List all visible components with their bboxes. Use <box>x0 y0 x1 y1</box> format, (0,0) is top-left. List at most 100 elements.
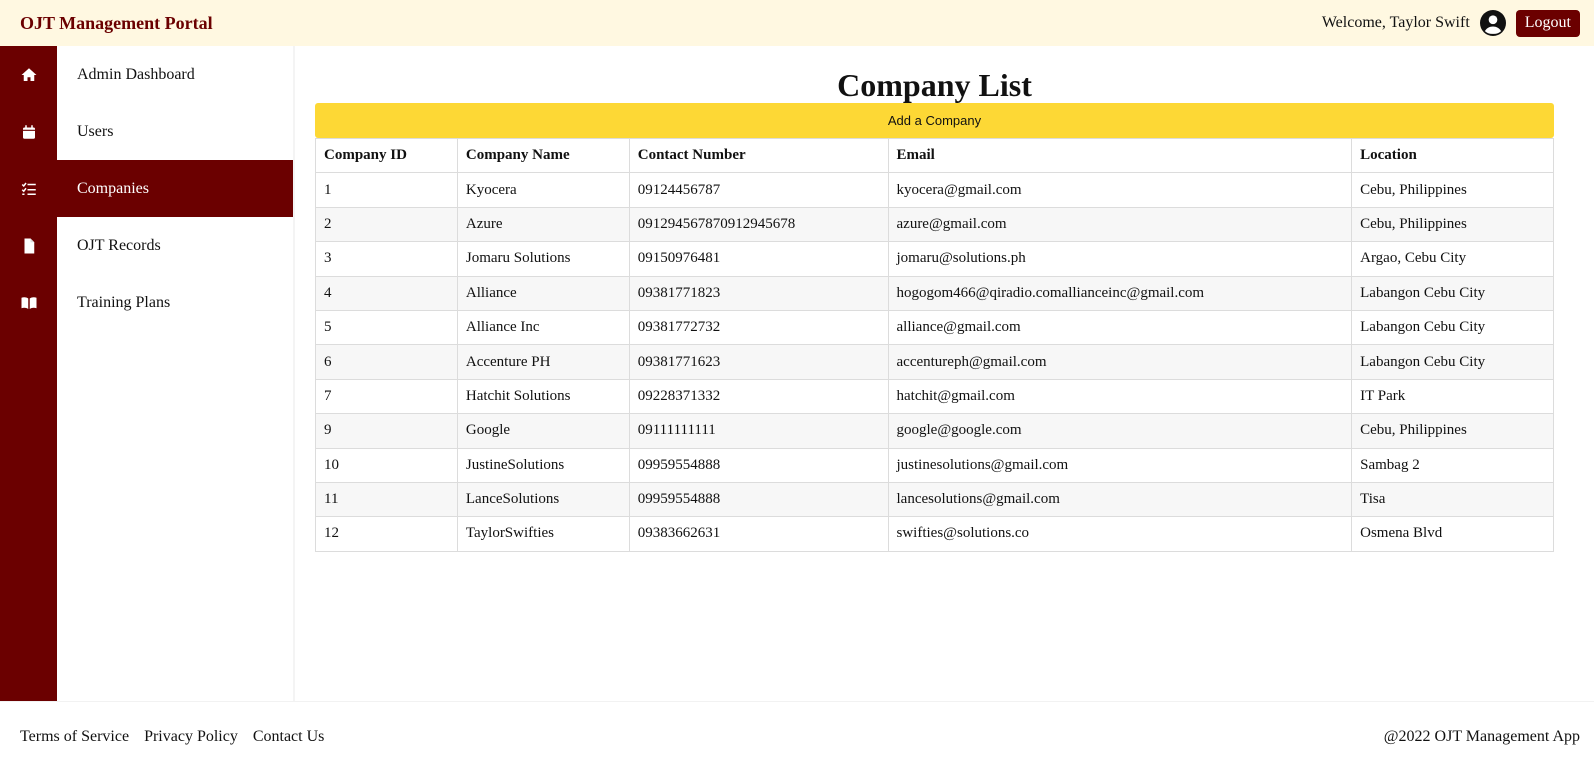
table-cell: 2 <box>315 206 458 243</box>
welcome-text: Welcome, Taylor Swift <box>1321 14 1470 31</box>
sidebar-item-ojt-records[interactable]: OJT Records <box>57 217 293 274</box>
table-cell: 6 <box>315 344 458 380</box>
table-cell: jomaru@solutions.ph <box>887 241 1353 277</box>
rail-home[interactable] <box>0 46 57 103</box>
table-cell: 09111111111 <box>628 413 889 449</box>
column-header: Company ID <box>315 137 458 174</box>
table-cell: Labangon Cebu City <box>1351 309 1554 346</box>
sidebar-item-companies[interactable]: Companies <box>57 160 293 217</box>
column-header: Email <box>887 137 1353 174</box>
table-cell: IT Park <box>1351 378 1554 415</box>
table-cell: 12 <box>315 516 458 552</box>
footer: Terms of Service Privacy Policy Contact … <box>0 701 1594 771</box>
table-cell: Accenture PH <box>456 344 630 380</box>
table-cell: Cebu, Philippines <box>1351 413 1554 449</box>
icon-rail <box>0 46 57 701</box>
table-header-row: Company ID Company Name Contact Number E… <box>315 137 1554 174</box>
table-cell: Argao, Cebu City <box>1351 241 1554 277</box>
privacy-policy-link[interactable]: Privacy Policy <box>144 728 238 746</box>
column-header: Location <box>1351 137 1554 174</box>
table-cell: Tisa <box>1351 481 1554 518</box>
table-row[interactable]: 4 Alliance 09381771823 hogogom466@qiradio.c… <box>315 275 1554 311</box>
table-cell: TaylorSwifties <box>456 516 630 552</box>
table-cell: 09959554888 <box>628 447 889 483</box>
table-cell: 09124456787 <box>628 172 889 208</box>
brand-title[interactable]: OJT Management Portal <box>20 13 213 34</box>
table-cell: Cebu, Philippines <box>1351 172 1554 208</box>
table-cell: 11 <box>315 481 458 518</box>
column-header: Company Name <box>456 137 630 174</box>
user-avatar-icon[interactable] <box>1479 10 1506 36</box>
home-icon <box>21 67 36 81</box>
table-row[interactable]: 11 LanceSolutions 09959554888 lancesolution… <box>315 481 1554 518</box>
table-cell: accentureph@gmail.com <box>887 344 1353 380</box>
table-cell: swifties@solutions.co <box>887 516 1353 552</box>
table-cell: 09381772732 <box>628 309 889 346</box>
sidebar: Admin Dashboard Users Companies OJT Reco… <box>57 46 295 701</box>
terms-of-service-link[interactable]: Terms of Service <box>20 728 129 746</box>
table-cell: google@google.com <box>887 413 1353 449</box>
table-cell: kyocera@gmail.com <box>887 172 1353 208</box>
company-table: Company ID Company Name Contact Number E… <box>315 137 1554 552</box>
add-company-button[interactable]: Add a Company <box>315 103 1554 138</box>
table-cell: Cebu, Philippines <box>1351 206 1554 243</box>
table-cell: Osmena Blvd <box>1351 516 1554 552</box>
rail-document[interactable] <box>0 217 57 274</box>
table-cell: 1 <box>315 172 458 208</box>
table-cell: 3 <box>315 241 458 277</box>
rail-calendar[interactable] <box>0 103 57 160</box>
table-row[interactable]: 12 TaylorSwifties 09383662631 swifties@solu… <box>315 516 1554 552</box>
table-row[interactable]: 1 Kyocera 09124456787 kyocera@gmail.com Cebu… <box>315 172 1554 208</box>
table-cell: 5 <box>315 309 458 346</box>
table-cell: Sambag 2 <box>1351 447 1554 483</box>
table-cell: 09228371332 <box>628 378 889 415</box>
footer-links: Terms of Service Privacy Policy Contact … <box>20 728 324 746</box>
table-cell: Labangon Cebu City <box>1351 344 1554 380</box>
table-cell: justinesolutions@gmail.com <box>887 447 1353 483</box>
header-user-area: Welcome, Taylor Swift Logout <box>1321 9 1580 37</box>
table-row[interactable]: 7 Hatchit Solutions 09228371332 hatchit@gma… <box>315 378 1554 415</box>
sidebar-item-admin-dashboard[interactable]: Admin Dashboard <box>57 46 293 103</box>
document-icon <box>24 238 34 253</box>
contact-us-link[interactable]: Contact Us <box>253 728 325 746</box>
table-row[interactable]: 5 Alliance Inc 09381772732 alliance@gmail.c… <box>315 309 1554 346</box>
table-cell: Google <box>456 413 630 449</box>
table-cell: JustineSolutions <box>456 447 630 483</box>
table-cell: Azure <box>456 206 630 243</box>
table-row[interactable]: 6 Accenture PH 09381771623 accentureph@gmai… <box>315 344 1554 380</box>
table-cell: Alliance Inc <box>456 309 630 346</box>
checklist-icon <box>21 182 36 195</box>
table-cell: 091294567870912945678 <box>628 206 889 243</box>
table-row[interactable]: 9 Google 09111111111 google@google.com Cebu,… <box>315 413 1554 449</box>
table-row[interactable]: 3 Jomaru Solutions 09150976481 jomaru@solut… <box>315 241 1554 277</box>
table-cell: Hatchit Solutions <box>456 378 630 415</box>
table-body: 1 Kyocera 09124456787 kyocera@gmail.com Cebu… <box>315 172 1554 552</box>
table-cell: hogogom466@qiradio.comallianceinc@gmail.… <box>887 275 1353 311</box>
column-header: Contact Number <box>628 137 889 174</box>
book-icon <box>21 296 36 309</box>
table-cell: 10 <box>315 447 458 483</box>
table-cell: Jomaru Solutions <box>456 241 630 277</box>
main-content: Company List Add a Company Company ID Co… <box>315 46 1554 552</box>
logout-button[interactable]: Logout <box>1515 9 1580 37</box>
table-cell: 9 <box>315 413 458 449</box>
table-row[interactable]: 2 Azure 091294567870912945678 azure@gmail.c… <box>315 206 1554 243</box>
table-cell: lancesolutions@gmail.com <box>887 481 1353 518</box>
calendar-icon <box>22 124 35 139</box>
table-cell: 09381771823 <box>628 275 889 311</box>
table-cell: 09383662631 <box>628 516 889 552</box>
table-cell: Alliance <box>456 275 630 311</box>
sidebar-item-users[interactable]: Users <box>57 103 293 160</box>
table-row[interactable]: 10 JustineSolutions 09959554888 justinesolu… <box>315 447 1554 483</box>
table-cell: azure@gmail.com <box>887 206 1353 243</box>
sidebar-item-training-plans[interactable]: Training Plans <box>57 274 293 331</box>
rail-book[interactable] <box>0 274 57 331</box>
rail-checklist[interactable] <box>0 160 57 217</box>
table-cell: Labangon Cebu City <box>1351 275 1554 311</box>
table-cell: LanceSolutions <box>456 481 630 518</box>
page-title: Company List <box>837 67 1032 103</box>
table-cell: hatchit@gmail.com <box>887 378 1353 415</box>
top-header: OJT Management Portal Welcome, Taylor Sw… <box>0 0 1594 46</box>
table-cell: 09381771623 <box>628 344 889 380</box>
table-cell: 4 <box>315 275 458 311</box>
